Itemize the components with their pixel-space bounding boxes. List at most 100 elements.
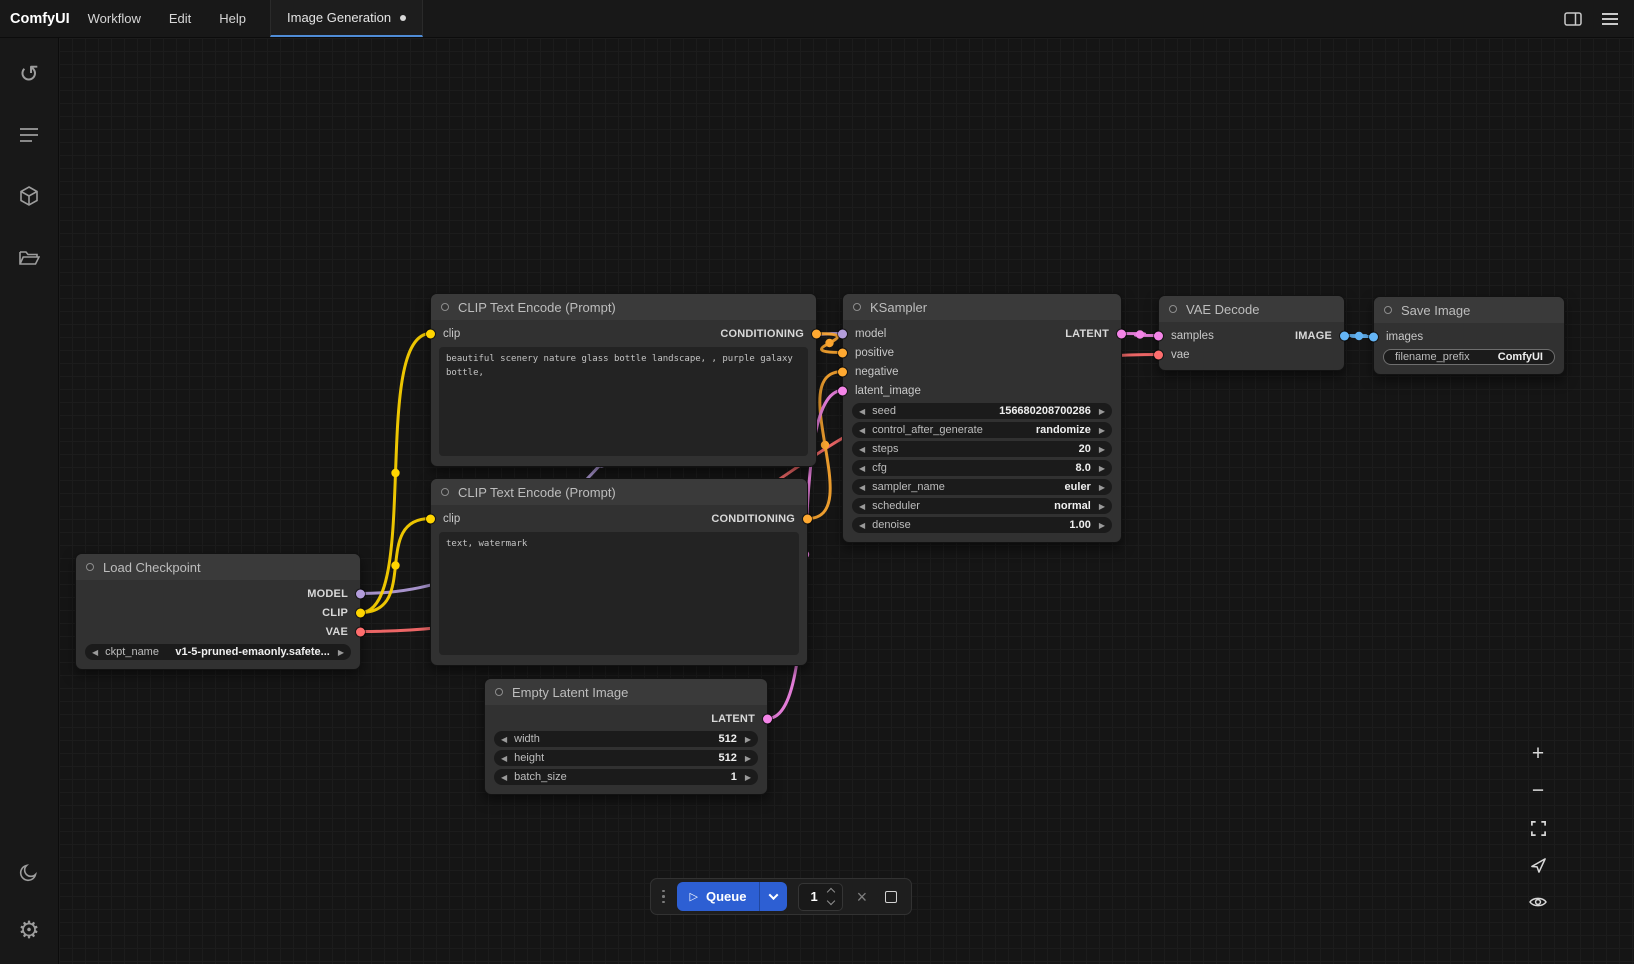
port-dot-icon[interactable] bbox=[356, 608, 365, 617]
node-save_image[interactable]: Save Imageimagesfilename_prefixComfyUI bbox=[1373, 296, 1565, 375]
decrement-arrow-icon[interactable]: ◀ bbox=[92, 648, 98, 657]
graph-canvas[interactable]: Load CheckpointMODELCLIPVAE◀ckpt_namev1-… bbox=[59, 38, 1634, 964]
collapse-dot-icon[interactable] bbox=[441, 303, 449, 311]
port-dot-icon[interactable] bbox=[763, 714, 772, 723]
panel-toggle-icon[interactable] bbox=[1564, 11, 1582, 27]
collapse-dot-icon[interactable] bbox=[441, 488, 449, 496]
widget-seed[interactable]: ◀seed156680208700286▶ bbox=[852, 403, 1112, 419]
port-dot-icon[interactable] bbox=[1154, 331, 1163, 340]
eye-visibility-icon[interactable] bbox=[1526, 890, 1550, 914]
increment-arrow-icon[interactable]: ▶ bbox=[745, 754, 751, 763]
collapse-dot-icon[interactable] bbox=[853, 303, 861, 311]
theme-toggle-moon-icon[interactable] bbox=[9, 852, 49, 892]
widget-height[interactable]: ◀height512▶ bbox=[494, 750, 758, 766]
port-dot-icon[interactable] bbox=[1154, 350, 1163, 359]
menu-edit[interactable]: Edit bbox=[169, 11, 191, 26]
increment-arrow-icon[interactable]: ▶ bbox=[745, 773, 751, 782]
node-title-bar[interactable]: CLIP Text Encode (Prompt) bbox=[431, 479, 807, 505]
port-dot-icon[interactable] bbox=[838, 329, 847, 338]
port-dot-icon[interactable] bbox=[426, 514, 435, 523]
output-port-LATENT[interactable]: LATENT bbox=[711, 713, 755, 725]
collapse-dot-icon[interactable] bbox=[1384, 306, 1392, 314]
node-title-bar[interactable]: VAE Decode bbox=[1159, 296, 1344, 322]
workflows-folder-icon[interactable] bbox=[9, 237, 49, 277]
port-dot-icon[interactable] bbox=[356, 589, 365, 598]
menu-workflow[interactable]: Workflow bbox=[88, 11, 141, 26]
input-port-model[interactable]: model bbox=[855, 328, 886, 340]
node-title-bar[interactable]: Load Checkpoint bbox=[76, 554, 360, 580]
output-port-CONDITIONING[interactable]: CONDITIONING bbox=[711, 513, 795, 525]
increment-arrow-icon[interactable]: ▶ bbox=[745, 735, 751, 744]
node-title-bar[interactable]: KSampler bbox=[843, 294, 1121, 320]
decrement-arrow-icon[interactable]: ◀ bbox=[859, 464, 865, 473]
output-port-IMAGE[interactable]: IMAGE bbox=[1295, 330, 1332, 342]
widget-sampler_name[interactable]: ◀sampler_nameeuler▶ bbox=[852, 479, 1112, 495]
prompt-textarea[interactable]: text, watermark bbox=[439, 532, 799, 655]
port-dot-icon[interactable] bbox=[1340, 331, 1349, 340]
increment-arrow-icon[interactable]: ▶ bbox=[1099, 502, 1105, 511]
pan-mode-cursor-icon[interactable] bbox=[1526, 853, 1550, 877]
node-vae_decode[interactable]: VAE Decode samples IMAGE vae bbox=[1158, 295, 1345, 371]
increment-arrow-icon[interactable]: ▶ bbox=[1099, 426, 1105, 435]
output-port-LATENT[interactable]: LATENT bbox=[1065, 328, 1109, 340]
increment-arrow-icon[interactable]: ▶ bbox=[1099, 464, 1105, 473]
collapse-dot-icon[interactable] bbox=[1169, 305, 1177, 313]
port-dot-icon[interactable] bbox=[838, 348, 847, 357]
model-library-icon[interactable] bbox=[9, 176, 49, 216]
collapse-dot-icon[interactable] bbox=[495, 688, 503, 696]
widget-cfg[interactable]: ◀cfg8.0▶ bbox=[852, 460, 1112, 476]
queue-button[interactable]: ▷ Queue bbox=[677, 882, 760, 911]
input-port-clip[interactable]: clip bbox=[443, 513, 460, 525]
widget-denoise[interactable]: ◀denoise1.00▶ bbox=[852, 517, 1112, 533]
input-port-vae[interactable]: vae bbox=[1171, 349, 1190, 361]
input-port-samples[interactable]: samples bbox=[1171, 330, 1214, 342]
increment-arrow-icon[interactable]: ▶ bbox=[1099, 407, 1105, 416]
clear-queue-icon[interactable]: × bbox=[854, 888, 871, 906]
collapse-dot-icon[interactable] bbox=[86, 563, 94, 571]
port-dot-icon[interactable] bbox=[426, 329, 435, 338]
widget-control_after_generate[interactable]: ◀control_after_generaterandomize▶ bbox=[852, 422, 1112, 438]
tab-image-generation[interactable]: Image Generation bbox=[270, 0, 423, 37]
increment-icon[interactable] bbox=[826, 888, 834, 896]
port-dot-icon[interactable] bbox=[356, 627, 365, 636]
decrement-arrow-icon[interactable]: ◀ bbox=[501, 773, 507, 782]
node-load_checkpoint[interactable]: Load CheckpointMODELCLIPVAE◀ckpt_namev1-… bbox=[75, 553, 361, 670]
interrupt-stop-icon[interactable] bbox=[885, 891, 897, 903]
prompt-textarea[interactable]: beautiful scenery nature glass bottle la… bbox=[439, 347, 808, 456]
port-dot-icon[interactable] bbox=[838, 386, 847, 395]
decrement-arrow-icon[interactable]: ◀ bbox=[859, 502, 865, 511]
decrement-arrow-icon[interactable]: ◀ bbox=[859, 407, 865, 416]
increment-arrow-icon[interactable]: ▶ bbox=[1099, 521, 1105, 530]
widget-ckpt_name[interactable]: ◀ckpt_namev1-5-pruned-emaonly.safete...▶ bbox=[85, 644, 351, 660]
zoom-in-icon[interactable]: + bbox=[1526, 742, 1550, 766]
decrement-arrow-icon[interactable]: ◀ bbox=[501, 754, 507, 763]
widget-steps[interactable]: ◀steps20▶ bbox=[852, 441, 1112, 457]
node-library-icon[interactable] bbox=[9, 115, 49, 155]
zoom-out-icon[interactable]: − bbox=[1526, 779, 1550, 803]
input-port-clip[interactable]: clip bbox=[443, 328, 460, 340]
widget-width[interactable]: ◀width512▶ bbox=[494, 731, 758, 747]
node-title-bar[interactable]: CLIP Text Encode (Prompt) bbox=[431, 294, 816, 320]
increment-arrow-icon[interactable]: ▶ bbox=[338, 648, 344, 657]
port-dot-icon[interactable] bbox=[1117, 329, 1126, 338]
port-dot-icon[interactable] bbox=[838, 367, 847, 376]
port-dot-icon[interactable] bbox=[812, 329, 821, 338]
increment-arrow-icon[interactable]: ▶ bbox=[1099, 445, 1105, 454]
increment-arrow-icon[interactable]: ▶ bbox=[1099, 483, 1105, 492]
batch-count-value[interactable]: 1 bbox=[807, 889, 820, 904]
port-dot-icon[interactable] bbox=[1369, 332, 1378, 341]
node-ksampler[interactable]: KSamplermodelLATENTpositivenegativelaten… bbox=[842, 293, 1122, 543]
widget-batch_size[interactable]: ◀batch_size1▶ bbox=[494, 769, 758, 785]
menu-help[interactable]: Help bbox=[219, 11, 246, 26]
output-port-MODEL[interactable]: MODEL bbox=[307, 588, 348, 600]
fit-view-icon[interactable] bbox=[1526, 816, 1550, 840]
input-port-negative[interactable]: negative bbox=[855, 366, 898, 378]
widget-scheduler[interactable]: ◀schedulernormal▶ bbox=[852, 498, 1112, 514]
node-clip_positive[interactable]: CLIP Text Encode (Prompt)clipCONDITIONIN… bbox=[430, 293, 817, 467]
decrement-arrow-icon[interactable]: ◀ bbox=[859, 521, 865, 530]
node-empty_latent[interactable]: Empty Latent ImageLATENT◀width512▶◀heigh… bbox=[484, 678, 768, 795]
port-dot-icon[interactable] bbox=[803, 514, 812, 523]
settings-gear-icon[interactable]: ⚙ bbox=[9, 910, 49, 950]
node-title-bar[interactable]: Save Image bbox=[1374, 297, 1564, 323]
output-port-CLIP[interactable]: CLIP bbox=[322, 607, 348, 619]
